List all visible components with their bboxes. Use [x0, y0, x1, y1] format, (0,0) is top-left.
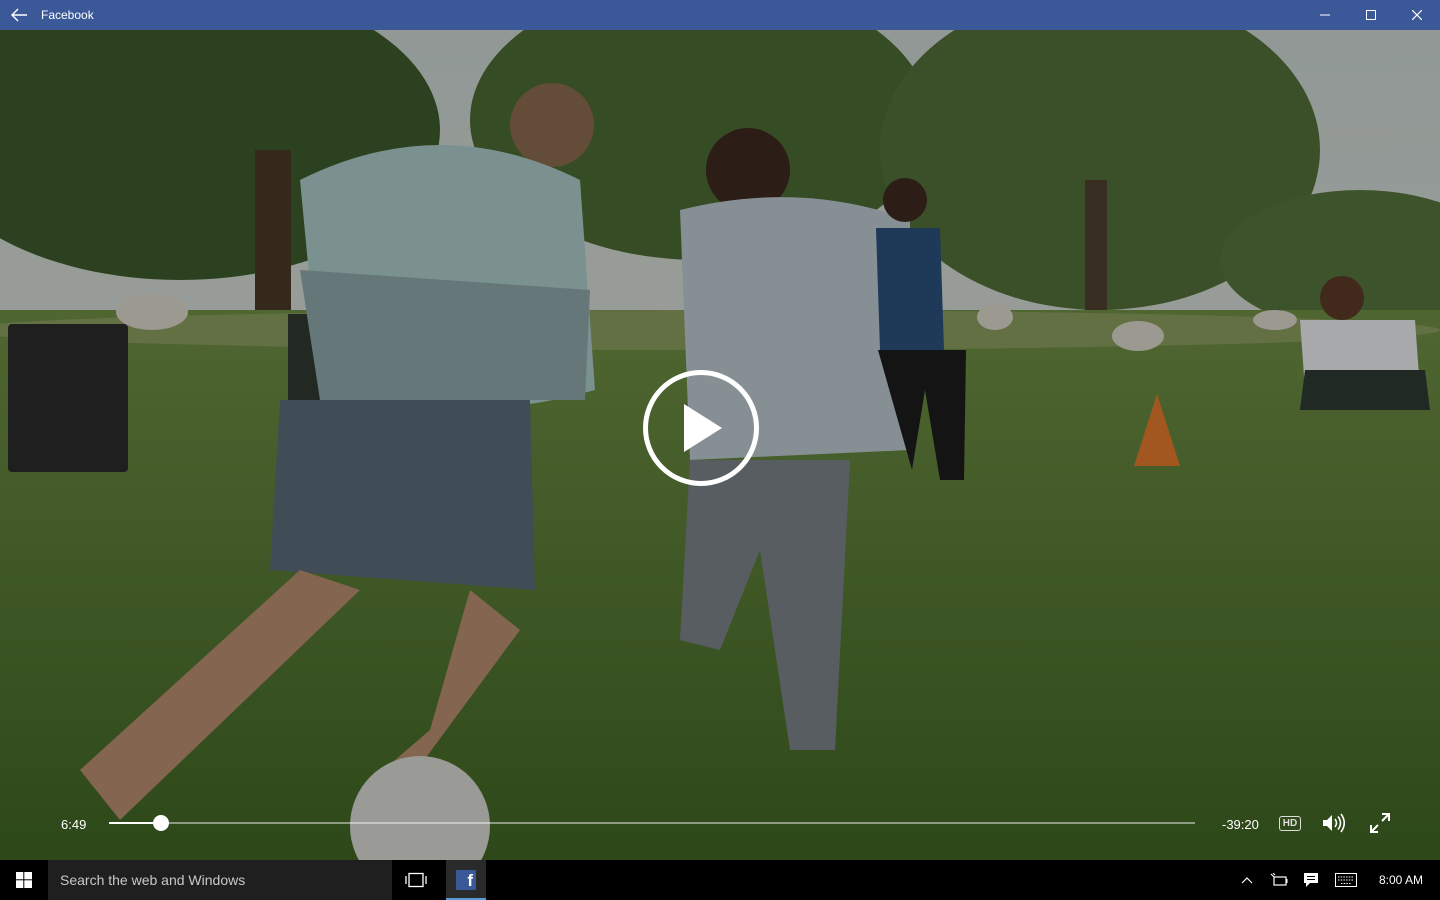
task-view-button[interactable] — [396, 860, 436, 900]
taskbar-clock[interactable]: 8:00 AM — [1370, 860, 1432, 900]
touch-keyboard-button[interactable] — [1332, 860, 1360, 900]
back-arrow-icon — [11, 8, 27, 22]
notification-icon — [1304, 873, 1318, 887]
battery-plug-icon — [1270, 873, 1288, 886]
window-title: Facebook — [41, 8, 94, 22]
hd-toggle-button[interactable]: HD — [1278, 810, 1302, 836]
play-button[interactable] — [643, 370, 759, 486]
hd-icon: HD — [1278, 815, 1302, 831]
taskbar-search — [48, 860, 392, 900]
windows-logo-icon — [16, 872, 32, 888]
search-input[interactable] — [48, 860, 392, 900]
battery-button[interactable] — [1266, 860, 1292, 900]
elapsed-time: 6:49 — [61, 817, 87, 832]
close-icon — [1412, 10, 1422, 20]
task-view-icon — [405, 872, 427, 888]
seek-bar[interactable] — [109, 815, 1195, 831]
start-button[interactable] — [0, 860, 48, 900]
show-hidden-icons-button[interactable] — [1236, 860, 1258, 900]
action-center-button[interactable] — [1298, 860, 1324, 900]
maximize-icon — [1366, 10, 1376, 20]
facebook-taskbar-button[interactable]: f — [446, 860, 486, 900]
volume-icon — [1323, 813, 1346, 833]
fullscreen-icon — [1370, 813, 1390, 833]
fullscreen-button[interactable] — [1367, 810, 1393, 836]
close-button[interactable] — [1394, 0, 1440, 30]
keyboard-icon — [1335, 873, 1357, 887]
title-bar: Facebook — [0, 0, 1440, 30]
minimize-button[interactable] — [1302, 0, 1348, 30]
back-button[interactable] — [0, 0, 38, 30]
video-controls: 6:49 -39:20 HD — [0, 810, 1440, 860]
maximize-button[interactable] — [1348, 0, 1394, 30]
play-icon — [684, 404, 722, 452]
taskbar: f 8:00 AM — [0, 860, 1440, 900]
facebook-icon: f — [456, 870, 476, 890]
chevron-up-icon — [1241, 877, 1253, 884]
volume-button[interactable] — [1321, 810, 1347, 836]
minimize-icon — [1320, 14, 1330, 16]
seek-thumb[interactable] — [153, 815, 170, 831]
video-player[interactable]: 6:49 -39:20 HD — [0, 30, 1440, 860]
remaining-time: -39:20 — [1222, 817, 1259, 832]
